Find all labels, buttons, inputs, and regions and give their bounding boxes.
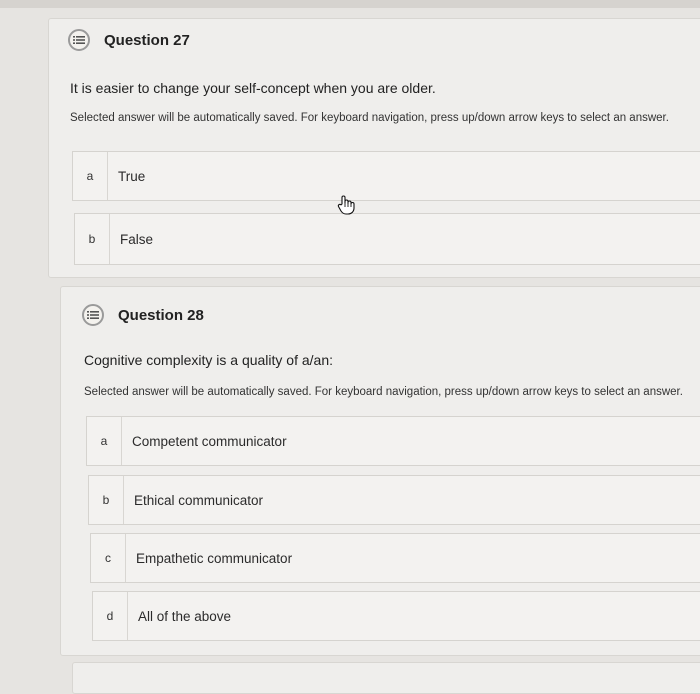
next-question-card (72, 662, 700, 694)
keyboard-hint: Selected answer will be automatically sa… (84, 386, 683, 398)
keyboard-hint: Selected answer will be automatically sa… (70, 112, 669, 124)
option-letter: a (87, 417, 122, 465)
option-label: Empathetic communicator (136, 550, 293, 566)
answer-option-b[interactable]: b False (74, 213, 700, 265)
question-text: It is easier to change your self-concept… (70, 80, 436, 96)
option-label: Ethical communicator (134, 492, 264, 508)
top-strip (0, 0, 700, 8)
option-letter: c (91, 534, 126, 582)
answer-option-c[interactable]: c Empathetic communicator (90, 533, 700, 583)
hand-pointer-icon (335, 194, 357, 221)
answer-option-d[interactable]: d All of the above (92, 591, 700, 641)
question-list-icon (68, 29, 90, 51)
option-letter: d (93, 592, 128, 640)
option-label: False (120, 231, 154, 247)
answer-option-b[interactable]: b Ethical communicator (88, 475, 700, 525)
question-header-28: Question 28 (82, 304, 204, 326)
option-label: True (118, 168, 146, 184)
option-letter: a (73, 152, 108, 200)
option-letter: b (75, 214, 110, 264)
question-title: Question 28 (118, 306, 204, 324)
option-label: All of the above (138, 608, 232, 624)
question-title: Question 27 (104, 31, 190, 49)
answer-option-a[interactable]: a Competent communicator (86, 416, 700, 466)
answer-option-a[interactable]: a True (72, 151, 700, 201)
question-text: Cognitive complexity is a quality of a/a… (84, 352, 334, 368)
question-list-icon (82, 304, 104, 326)
option-letter: b (89, 476, 124, 524)
question-header-27: Question 27 (68, 29, 190, 51)
option-label: Competent communicator (132, 433, 287, 449)
